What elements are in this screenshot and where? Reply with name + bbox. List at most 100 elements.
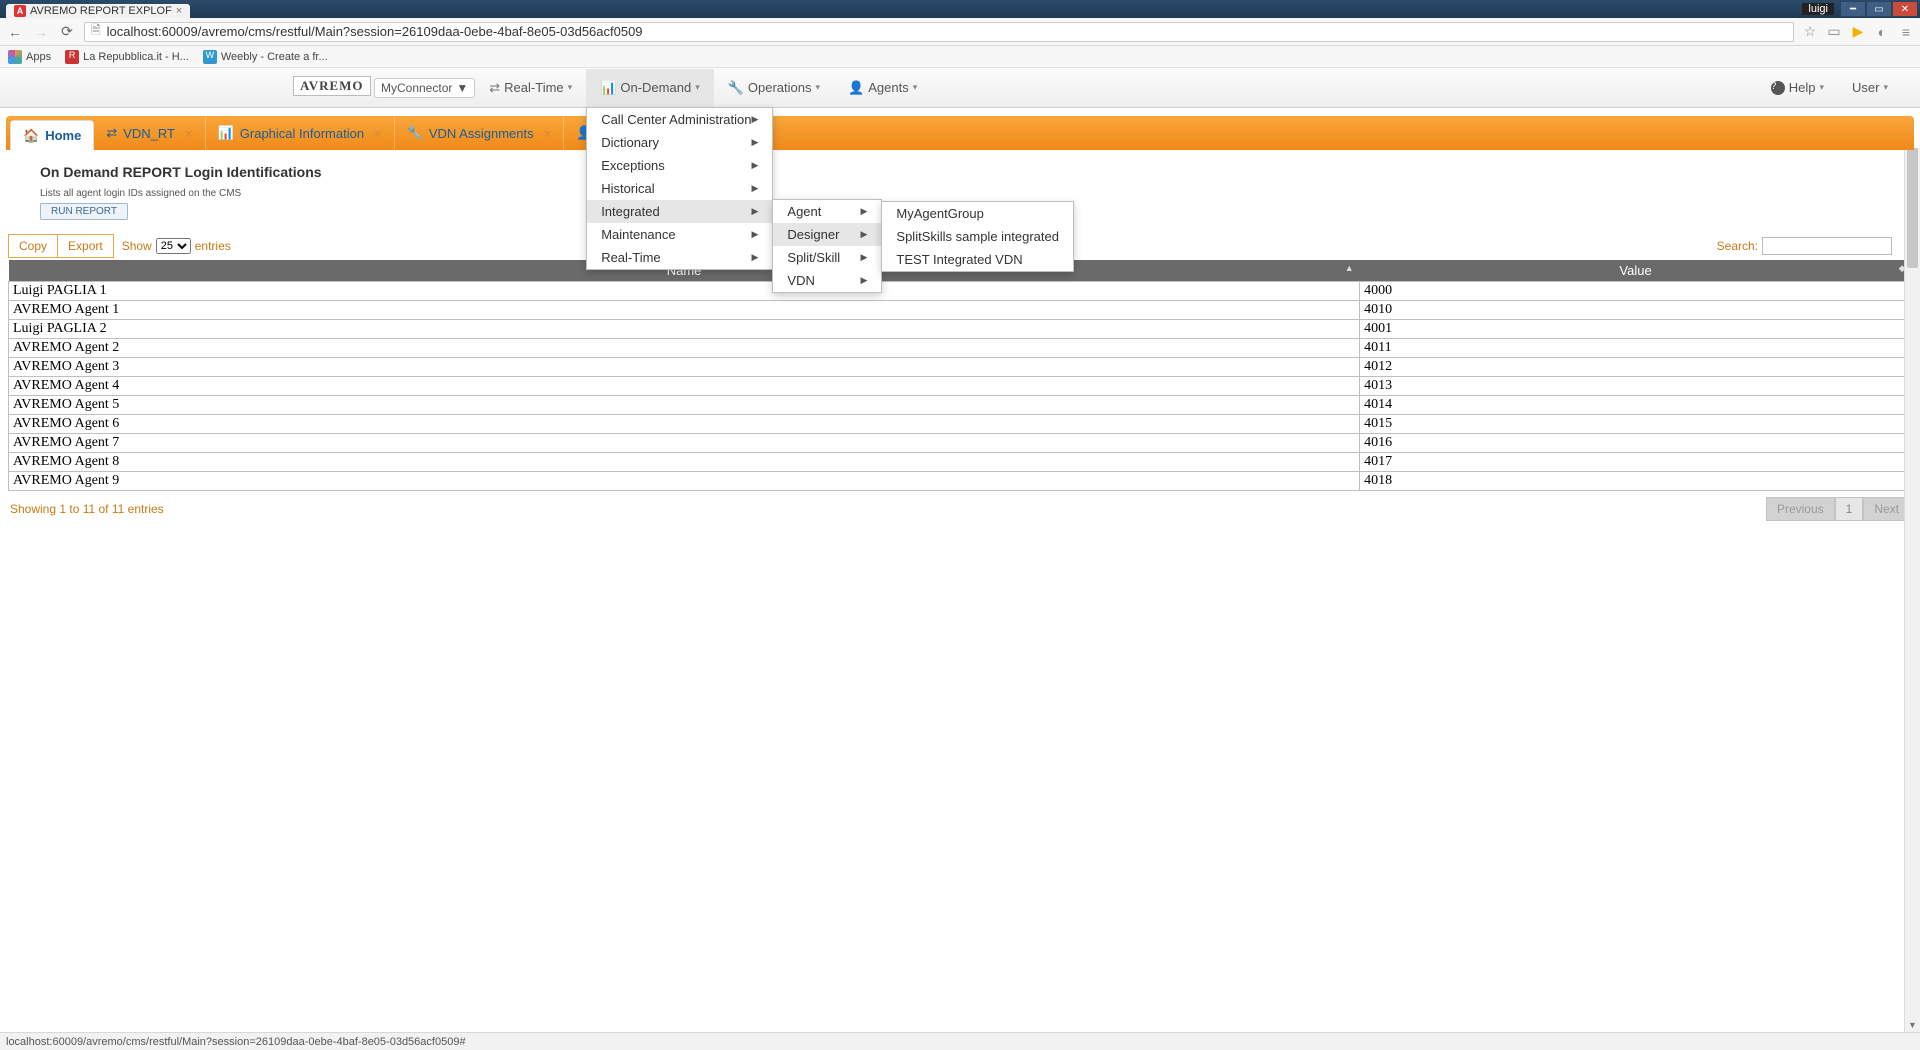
menu-dictionary[interactable]: Dictionary▶ [587, 131, 772, 154]
tab-close-icon[interactable]: × [540, 126, 552, 141]
table-row[interactable]: Luigi PAGLIA 14000 [9, 282, 1912, 301]
site-icon: W [203, 50, 217, 64]
tab-vdn-rt[interactable]: ⇄ VDN_RT × [94, 116, 205, 150]
search-input[interactable] [1762, 237, 1892, 255]
question-icon: ? [1771, 81, 1785, 95]
cell-name: AVREMO Agent 8 [9, 453, 1360, 472]
device-icon[interactable]: ▭ [1826, 24, 1842, 40]
menu-maintenance[interactable]: Maintenance▶ [587, 223, 772, 246]
chevron-right-icon: ▶ [860, 229, 867, 240]
cell-name: AVREMO Agent 6 [9, 415, 1360, 434]
nav-operations[interactable]: 🔧 Operations ▾ [714, 69, 834, 107]
chevron-right-icon: ▶ [751, 229, 758, 240]
table-row[interactable]: AVREMO Agent 54014 [9, 396, 1912, 415]
menu-label: TEST Integrated VDN [896, 252, 1022, 267]
menu-label: Integrated [601, 204, 660, 219]
cell-value: 4017 [1360, 453, 1912, 472]
window-minimize-icon[interactable]: ━ [1840, 1, 1866, 17]
nav-label: Agents [868, 80, 908, 95]
chevron-down-icon: ▾ [816, 82, 821, 93]
scroll-down-icon[interactable]: ▼ [1905, 1018, 1920, 1032]
cell-name: AVREMO Agent 1 [9, 301, 1360, 320]
vertical-scrollbar[interactable]: ▲ ▼ [1904, 148, 1920, 1032]
play-icon[interactable]: ▶ [1850, 24, 1866, 40]
submenu-vdn[interactable]: VDN▶ [773, 269, 881, 292]
copy-button[interactable]: Copy [8, 234, 58, 258]
page-size-select[interactable]: 25 [156, 238, 191, 254]
table-row[interactable]: AVREMO Agent 74016 [9, 434, 1912, 453]
submenu-splitskill[interactable]: Split/Skill▶ [773, 246, 881, 269]
menu-exceptions[interactable]: Exceptions▶ [587, 154, 772, 177]
nav-forward-icon[interactable]: → [32, 23, 50, 41]
tabs-bar: 🏠 Home ⇄ VDN_RT × 📊 Graphical Informatio… [6, 116, 1914, 150]
scroll-thumb[interactable] [1907, 148, 1918, 268]
tab-vdn-assignments[interactable]: 🔧 VDN Assignments × [395, 116, 565, 150]
bookmark-weebly[interactable]: W Weebly - Create a fr... [203, 50, 328, 64]
tab-home[interactable]: 🏠 Home [10, 120, 94, 150]
designer-myagentgroup[interactable]: MyAgentGroup [882, 202, 1073, 225]
table-row[interactable]: AVREMO Agent 34012 [9, 358, 1912, 377]
cell-value: 4015 [1360, 415, 1912, 434]
address-bar[interactable]: 🗎 localhost:60009/avremo/cms/restful/Mai… [84, 22, 1794, 42]
tab-close-icon[interactable]: × [176, 5, 182, 17]
nav-reload-icon[interactable]: ⟳ [58, 23, 76, 41]
window-maximize-icon[interactable]: ▭ [1866, 1, 1892, 17]
nav-agents[interactable]: 👤 Agents ▾ [834, 69, 931, 107]
menu-icon[interactable]: ≡ [1898, 24, 1914, 40]
cell-value: 4001 [1360, 320, 1912, 339]
table-row[interactable]: AVREMO Agent 44013 [9, 377, 1912, 396]
browser-tab[interactable]: A AVREMO REPORT EXPLOF × [6, 4, 190, 18]
chevron-right-icon: ▶ [860, 206, 867, 217]
col-value[interactable]: Value◆ [1360, 260, 1912, 282]
menu-historical[interactable]: Historical▶ [587, 177, 772, 200]
chevron-down-icon: ▾ [568, 82, 573, 93]
search-label: Search: [1717, 239, 1758, 253]
bookmark-apps[interactable]: Apps [8, 50, 51, 64]
tab-label: VDN_RT [123, 126, 175, 141]
data-table: Name▲ Value◆ Luigi PAGLIA 14000AVREMO Ag… [8, 260, 1912, 491]
menu-label: SplitSkills sample integrated [896, 229, 1059, 244]
menu-integrated[interactable]: Integrated▶ Agent▶ Designer▶ MyAgentGrou… [587, 200, 772, 223]
star-icon[interactable]: ☆ [1802, 24, 1818, 40]
page-1-button[interactable]: 1 [1835, 497, 1864, 521]
menu-call-center-admin[interactable]: Call Center Administration▶ [587, 108, 772, 131]
page-icon: 🗎 [91, 21, 101, 42]
page-description: Lists all agent login IDs assigned on th… [40, 188, 1892, 199]
run-report-button[interactable]: RUN REPORT [40, 203, 128, 220]
refresh-icon: ⇄ [489, 80, 500, 96]
tab-graphical[interactable]: 📊 Graphical Information × [206, 116, 395, 150]
prev-button[interactable]: Previous [1766, 497, 1835, 521]
table-row[interactable]: AVREMO Agent 84017 [9, 453, 1912, 472]
table-row[interactable]: AVREMO Agent 14010 [9, 301, 1912, 320]
cell-value: 4010 [1360, 301, 1912, 320]
nav-user[interactable]: User ▾ [1838, 69, 1902, 107]
nav-help[interactable]: ? Help ▾ [1757, 69, 1838, 107]
bookmark-label: Weebly - Create a fr... [221, 51, 328, 63]
extension-icon[interactable]: ◐ [1874, 24, 1890, 40]
submenu-agent[interactable]: Agent▶ [773, 200, 881, 223]
designer-test-vdn[interactable]: TEST Integrated VDN [882, 248, 1073, 271]
cell-value: 4000 [1360, 282, 1912, 301]
table-row[interactable]: AVREMO Agent 24011 [9, 339, 1912, 358]
nav-realtime[interactable]: ⇄ Real-Time ▾ [475, 69, 586, 107]
nav-label: Help [1789, 80, 1816, 95]
nav-label: Operations [748, 80, 812, 95]
tab-label: Graphical Information [240, 126, 364, 141]
menu-realtime[interactable]: Real-Time▶ [587, 246, 772, 269]
connector-select[interactable]: MyConnector ▼ [374, 78, 475, 98]
person-icon: 👤 [848, 80, 864, 96]
submenu-designer[interactable]: Designer▶ MyAgentGroup SplitSkills sampl… [773, 223, 881, 246]
tab-close-icon[interactable]: × [370, 126, 382, 141]
cell-name: Luigi PAGLIA 2 [9, 320, 1360, 339]
nav-ondemand[interactable]: 📊 On-Demand ▾ Call Center Administration… [586, 69, 714, 107]
designer-splitskills[interactable]: SplitSkills sample integrated [882, 225, 1073, 248]
table-row[interactable]: AVREMO Agent 64015 [9, 415, 1912, 434]
table-row[interactable]: Luigi PAGLIA 24001 [9, 320, 1912, 339]
bookmark-repubblica[interactable]: RLa Repubblica.it - H... [65, 50, 189, 64]
next-button[interactable]: Next [1863, 497, 1910, 521]
tab-close-icon[interactable]: × [181, 126, 193, 141]
table-row[interactable]: AVREMO Agent 94018 [9, 472, 1912, 491]
window-close-icon[interactable]: ✕ [1892, 1, 1918, 17]
nav-back-icon[interactable]: ← [6, 23, 24, 41]
export-button[interactable]: Export [58, 234, 114, 258]
